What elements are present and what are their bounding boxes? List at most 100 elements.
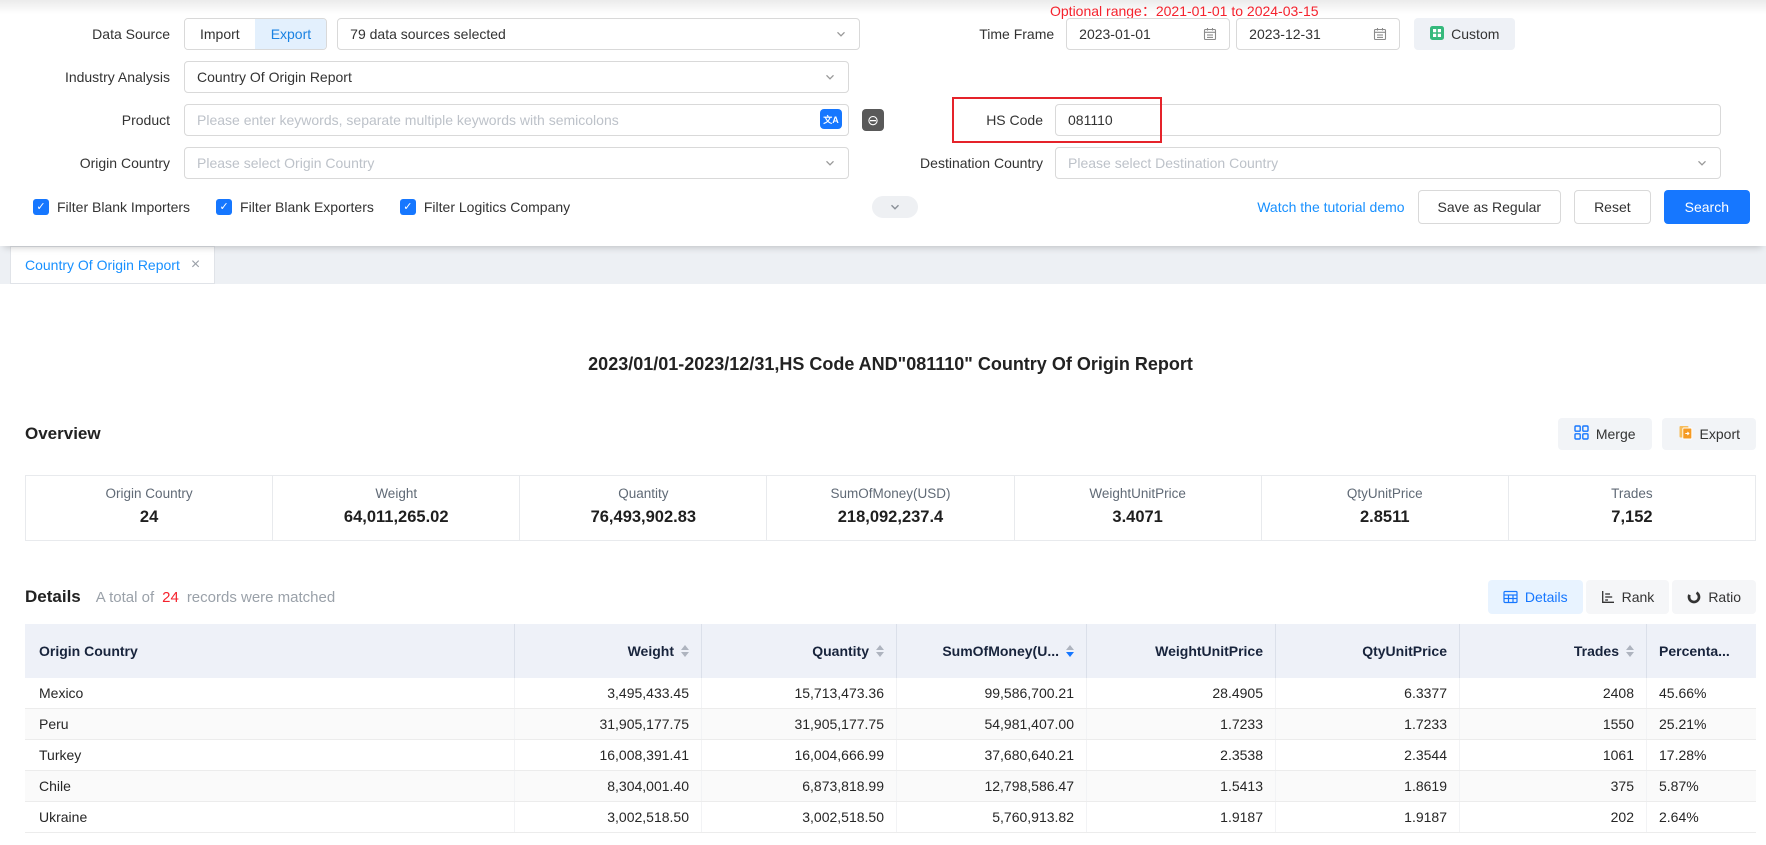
tab-close-icon[interactable]: ×: [191, 256, 200, 274]
cell-trades: 1061: [1460, 740, 1647, 770]
stat-origin-country: Origin Country24: [26, 476, 273, 540]
custom-range-button[interactable]: Custom: [1414, 18, 1515, 50]
merge-button[interactable]: Merge: [1558, 418, 1652, 450]
sort-arrows-icon[interactable]: [681, 645, 689, 657]
data-sources-value: 79 data sources selected: [350, 26, 827, 42]
column-header-weightunitprice: WeightUnitPrice: [1087, 624, 1276, 678]
filter-panel: Optional range：2021-01-01 to 2024-03-15 …: [0, 0, 1766, 246]
hs-code-value: 081110: [1068, 112, 1113, 128]
cell-sumofmoney-u: 54,981,407.00: [897, 709, 1087, 739]
cell-sumofmoney-u: 99,586,700.21: [897, 678, 1087, 708]
overview-stats: Origin Country24Weight64,011,265.02Quant…: [25, 475, 1756, 541]
cell-trades: 2408: [1460, 678, 1647, 708]
cell-qtyunitprice: 1.8619: [1276, 771, 1460, 801]
column-header-trades[interactable]: Trades: [1460, 624, 1647, 678]
tab-country-of-origin-report[interactable]: Country Of Origin Report ×: [10, 246, 215, 284]
cell-weightunitprice: 1.5413: [1087, 771, 1276, 801]
cell-qtyunitprice: 1.7233: [1276, 709, 1460, 739]
export-toggle[interactable]: Export: [255, 19, 326, 49]
chevron-down-icon: [824, 71, 836, 83]
industry-analysis-label: Industry Analysis: [0, 69, 170, 85]
checkbox-filter-blank-importers[interactable]: ✓Filter Blank Importers: [33, 199, 190, 215]
column-header-quantity[interactable]: Quantity: [702, 624, 897, 678]
view-details-button[interactable]: Details: [1488, 580, 1583, 614]
industry-analysis-value: Country Of Origin Report: [197, 69, 816, 85]
translate-icon[interactable]: 文A: [820, 109, 842, 129]
cell-trades: 1550: [1460, 709, 1647, 739]
import-toggle[interactable]: Import: [185, 19, 255, 49]
stat-label: QtyUnitPrice: [1262, 486, 1508, 501]
overview-header-row: Overview Merge Export: [25, 418, 1756, 450]
view-ratio-button[interactable]: Ratio: [1672, 580, 1756, 614]
tutorial-demo-link[interactable]: Watch the tutorial demo: [1257, 199, 1404, 215]
sort-arrows-icon[interactable]: [1066, 645, 1074, 657]
checkbox-checked-icon: ✓: [216, 199, 232, 215]
hs-code-input[interactable]: 081110: [1055, 104, 1721, 136]
table-row-ukraine: Ukraine3,002,518.503,002,518.505,760,913…: [25, 802, 1756, 833]
checkbox-label: Filter Blank Exporters: [240, 199, 374, 215]
cell-weightunitprice: 28.4905: [1087, 678, 1276, 708]
cell-quantity: 31,905,177.75: [702, 709, 897, 739]
industry-analysis-select[interactable]: Country Of Origin Report: [184, 61, 849, 93]
collapse-filters-button[interactable]: [872, 196, 918, 218]
view-rank-button[interactable]: Rank: [1586, 580, 1670, 614]
reset-button[interactable]: Reset: [1574, 190, 1651, 224]
match-suffix: records were matched: [187, 589, 335, 606]
report-content: 2023/01/01-2023/12/31,HS Code AND"081110…: [0, 354, 1766, 833]
tab-bar: Country Of Origin Report ×: [0, 246, 1766, 284]
stat-value: 76,493,902.83: [520, 508, 766, 527]
stat-weightunitprice: WeightUnitPrice3.4071: [1015, 476, 1262, 540]
cell-qtyunitprice: 1.9187: [1276, 802, 1460, 832]
product-label: Product: [0, 112, 170, 128]
checkbox-checked-icon: ✓: [33, 199, 49, 215]
product-input[interactable]: Please enter keywords, separate multiple…: [184, 104, 849, 136]
column-header-weight[interactable]: Weight: [515, 624, 702, 678]
tab-title: Country Of Origin Report: [25, 257, 180, 273]
cell-percenta: 45.66%: [1647, 678, 1756, 708]
stat-label: Origin Country: [26, 486, 272, 501]
cell-weightunitprice: 1.9187: [1087, 802, 1276, 832]
origin-country-select[interactable]: Please select Origin Country: [184, 147, 849, 179]
cell-sumofmoney-u: 37,680,640.21: [897, 740, 1087, 770]
hs-code-label: HS Code: [884, 112, 1043, 128]
chevron-down-icon: [1696, 157, 1708, 169]
cell-weight: 31,905,177.75: [515, 709, 702, 739]
start-date-input[interactable]: 2023-01-01: [1066, 18, 1230, 50]
table-icon: [1503, 590, 1518, 604]
destination-country-placeholder: Please select Destination Country: [1068, 155, 1688, 171]
destination-country-select[interactable]: Please select Destination Country: [1055, 147, 1721, 179]
view-switcher: Details Rank Ratio: [1488, 580, 1756, 614]
exclude-keywords-icon[interactable]: ⊖: [862, 109, 884, 131]
checkbox-checked-icon: ✓: [400, 199, 416, 215]
save-as-regular-button[interactable]: Save as Regular: [1418, 190, 1562, 224]
stat-label: Quantity: [520, 486, 766, 501]
overview-buttons: Merge Export: [1558, 418, 1756, 450]
column-header-sumofmoney-u[interactable]: SumOfMoney(U...: [897, 624, 1087, 678]
start-date-value: 2023-01-01: [1079, 26, 1151, 42]
cell-weight: 8,304,001.40: [515, 771, 702, 801]
cell-sumofmoney-u: 12,798,586.47: [897, 771, 1087, 801]
checkbox-filter-logitics-company[interactable]: ✓Filter Logitics Company: [400, 199, 570, 215]
stat-value: 3.4071: [1015, 508, 1261, 527]
cell-qtyunitprice: 2.3544: [1276, 740, 1460, 770]
cell-quantity: 6,873,818.99: [702, 771, 897, 801]
stat-label: SumOfMoney(USD): [767, 486, 1013, 501]
merge-label: Merge: [1596, 426, 1636, 442]
column-header-qtyunitprice: QtyUnitPrice: [1276, 624, 1460, 678]
table-row-chile: Chile8,304,001.406,873,818.9912,798,586.…: [25, 771, 1756, 802]
view-button-label: Rank: [1622, 589, 1655, 605]
export-label: Export: [1700, 426, 1740, 442]
search-button[interactable]: Search: [1664, 190, 1750, 224]
cell-quantity: 3,002,518.50: [702, 802, 897, 832]
end-date-input[interactable]: 2023-12-31: [1236, 18, 1400, 50]
sort-arrows-icon[interactable]: [1626, 645, 1634, 657]
product-input-wrap: Please enter keywords, separate multiple…: [184, 104, 849, 136]
data-sources-select[interactable]: 79 data sources selected: [337, 18, 860, 50]
column-label: QtyUnitPrice: [1362, 643, 1447, 659]
filter-row-actions: ✓Filter Blank Importers✓Filter Blank Exp…: [0, 190, 1766, 224]
checkbox-filter-blank-exporters[interactable]: ✓ Filter Blank Exporters: [216, 199, 374, 215]
table-row-turkey: Turkey16,008,391.4116,004,666.9937,680,6…: [25, 740, 1756, 771]
sort-arrows-icon[interactable]: [876, 645, 884, 657]
filter-row-product-hscode: Product Please enter keywords, separate …: [0, 104, 1766, 136]
export-button[interactable]: Export: [1662, 418, 1756, 450]
